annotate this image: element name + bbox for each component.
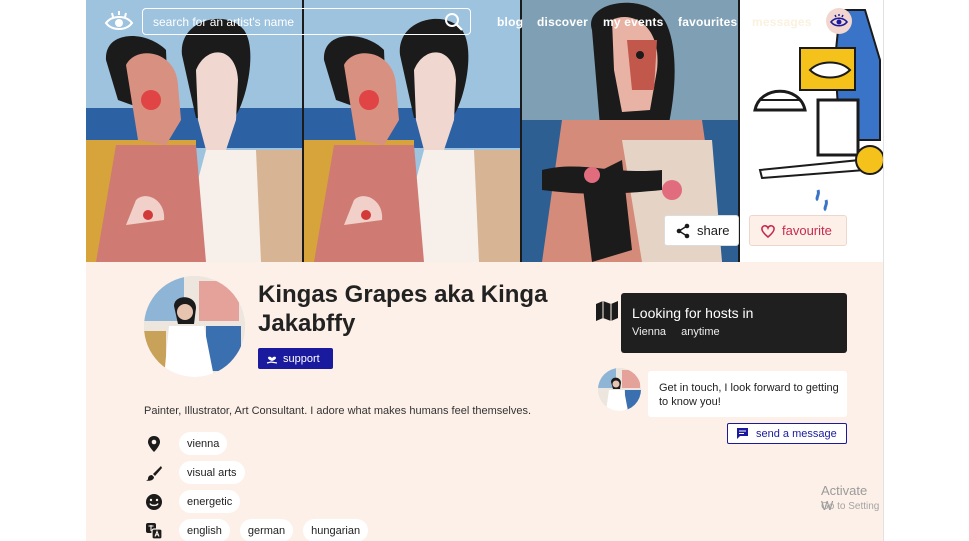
artist-name: Kingas Grapes aka Kinga Jakabffy xyxy=(258,281,548,337)
support-button[interactable]: support xyxy=(258,348,333,369)
share-icon xyxy=(676,223,690,238)
hosting-title: Looking for hosts in xyxy=(632,305,754,321)
location-pin-icon xyxy=(148,435,160,452)
nav-link-blog[interactable]: blog xyxy=(497,15,523,29)
nav-link-my-events[interactable]: my events xyxy=(603,15,664,29)
paintbrush-icon xyxy=(146,465,162,481)
mood-tags: energetic xyxy=(144,490,250,513)
tag-mood[interactable]: energetic xyxy=(179,490,241,513)
contact-message: Get in touch, I look forward to getting … xyxy=(659,382,839,408)
tag-location[interactable]: vienna xyxy=(179,432,228,455)
eye-logo-icon[interactable] xyxy=(104,9,134,33)
tag-language[interactable]: hungarian xyxy=(303,519,369,541)
share-button[interactable]: share xyxy=(664,215,739,246)
artist-search xyxy=(142,8,471,35)
support-label: support xyxy=(283,352,320,365)
favourite-label: favourite xyxy=(782,223,832,238)
location-tags: vienna xyxy=(144,432,237,455)
hand-heart-icon xyxy=(266,356,278,364)
hosting-city: Vienna xyxy=(632,326,667,338)
smiley-icon xyxy=(146,493,162,510)
nav-link-messages[interactable]: messages xyxy=(752,15,812,29)
map-icon xyxy=(596,301,618,321)
artist-avatar-small xyxy=(598,368,641,411)
artwork-image-2[interactable] xyxy=(304,0,520,262)
profile-photo xyxy=(144,276,245,377)
nav-link-favourites[interactable]: favourites xyxy=(678,15,737,29)
favourite-button[interactable]: favourite xyxy=(749,215,847,246)
eye-avatar-icon xyxy=(829,14,849,27)
send-message-label: send a message xyxy=(756,427,837,440)
nav-link-discover[interactable]: discover xyxy=(537,15,588,29)
os-activation-hint: Go to Setting xyxy=(821,501,880,512)
user-avatar[interactable] xyxy=(826,8,852,34)
window-edge xyxy=(883,0,969,541)
send-message-button[interactable]: send a message xyxy=(727,423,847,444)
page-frame: blog discover my events favourites messa… xyxy=(86,0,883,541)
search-input[interactable] xyxy=(153,13,433,31)
hosting-request-box: Looking for hosts in Vienna anytime xyxy=(621,293,847,353)
tag-language[interactable]: english xyxy=(179,519,230,541)
artwork-header: blog discover my events favourites messa… xyxy=(86,0,883,262)
heart-icon xyxy=(761,224,775,238)
artist-bio: Painter, Illustrator, Art Consultant. I … xyxy=(144,405,532,417)
tag-language[interactable]: german xyxy=(239,519,294,541)
tag-discipline[interactable]: visual arts xyxy=(179,461,245,484)
share-label: share xyxy=(697,223,730,238)
artwork-image-1[interactable] xyxy=(86,0,302,262)
contact-message-bubble: Get in touch, I look forward to getting … xyxy=(648,371,847,417)
chat-icon xyxy=(737,428,748,439)
search-icon[interactable] xyxy=(444,12,464,32)
translate-icon xyxy=(146,522,163,540)
language-tags: english german hungarian xyxy=(144,519,378,541)
hosting-time: anytime xyxy=(681,326,720,338)
hosting-details: Vienna anytime xyxy=(632,326,732,338)
discipline-tags: visual arts xyxy=(144,461,255,484)
